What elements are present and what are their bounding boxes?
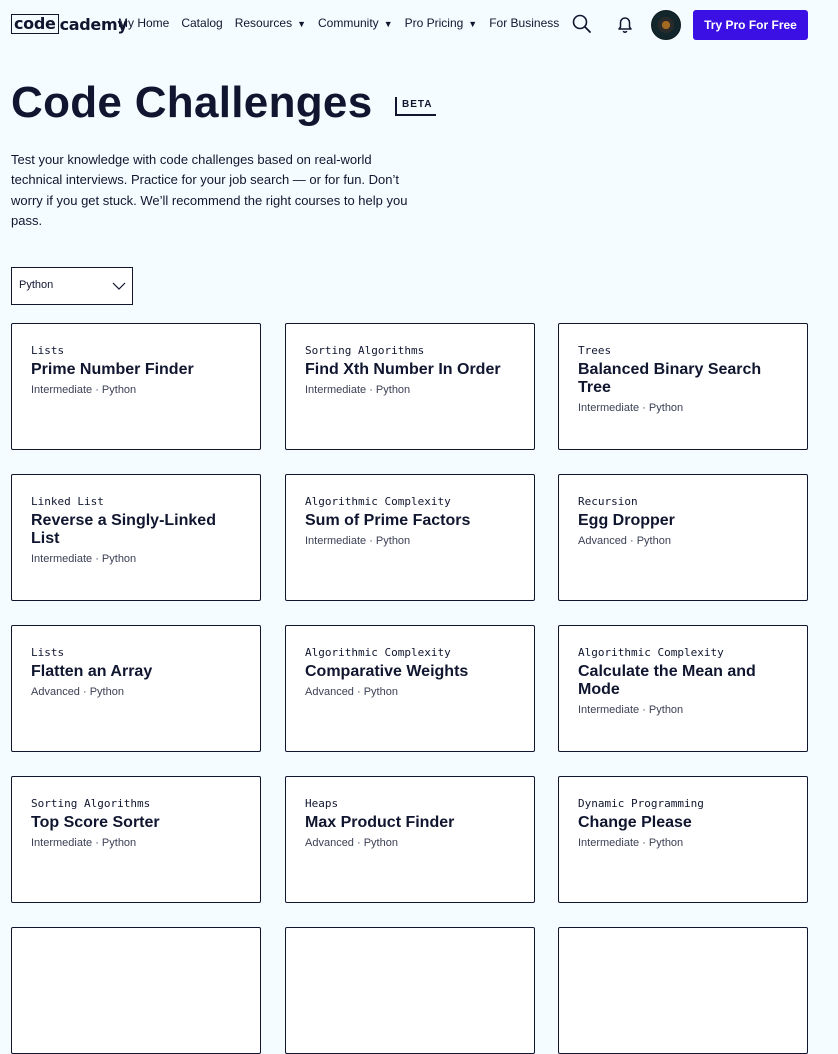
try-pro-button[interactable]: Try Pro For Free bbox=[693, 10, 808, 40]
challenge-card[interactable] bbox=[285, 927, 535, 1054]
challenge-category: Lists bbox=[31, 344, 65, 357]
nav-link-label: Community bbox=[318, 16, 379, 30]
challenge-card[interactable] bbox=[558, 927, 808, 1054]
nav-link-catalog[interactable]: Catalog bbox=[181, 15, 222, 33]
language-select[interactable]: Python bbox=[11, 267, 133, 305]
challenge-card[interactable]: Trees Balanced Binary Search Tree Intermed… bbox=[558, 323, 808, 450]
challenge-title-block: Sum of Prime Factors Intermediate · Pytho… bbox=[305, 512, 520, 548]
challenge-title: Reverse a Singly-Linked List bbox=[31, 512, 216, 547]
challenge-category: Algorithmic Complexity bbox=[305, 495, 451, 508]
challenge-title-block: Top Score Sorter Intermediate · Python bbox=[31, 814, 246, 850]
avatar[interactable] bbox=[651, 10, 681, 40]
challenge-title-block: Prime Number Finder Intermediate · Python bbox=[31, 361, 246, 397]
challenge-card[interactable]: Lists Flatten an Array Advanced · Python bbox=[11, 625, 261, 752]
nav-link-label: Catalog bbox=[181, 16, 223, 30]
page-title: Code Challenges bbox=[11, 78, 373, 127]
nav-link-label: My Home bbox=[118, 16, 170, 30]
chevron-down-icon bbox=[112, 282, 126, 290]
challenge-card[interactable]: Lists Prime Number Finder Intermediate · P… bbox=[11, 323, 261, 450]
challenge-category: Recursion bbox=[578, 495, 638, 508]
challenge-title: Max Product Finder bbox=[305, 814, 455, 831]
nav-link-my-home[interactable]: My Home bbox=[118, 15, 169, 33]
bell-icon[interactable] bbox=[614, 13, 636, 35]
challenge-meta: Intermediate · Python bbox=[31, 837, 137, 849]
challenge-title: Comparative Weights bbox=[305, 663, 469, 680]
challenge-title: Flatten an Array bbox=[31, 663, 153, 680]
challenge-category: Algorithmic Complexity bbox=[578, 646, 724, 659]
page-description: Test your knowledge with code challenges… bbox=[11, 152, 408, 228]
challenge-category: Lists bbox=[31, 646, 65, 659]
challenge-card[interactable]: Recursion Egg Dropper Advanced · Python bbox=[558, 474, 808, 601]
challenge-title-block bbox=[305, 965, 520, 969]
challenge-card[interactable]: Dynamic Programming Change Please Intermed… bbox=[558, 776, 808, 903]
challenge-title: Balanced Binary Search Tree bbox=[578, 361, 762, 396]
challenge-card[interactable] bbox=[11, 927, 261, 1054]
challenge-title-block: Comparative Weights Advanced · Python bbox=[305, 663, 520, 699]
challenge-meta: Intermediate · Python bbox=[305, 384, 411, 396]
nav-link-label: For Business bbox=[489, 16, 560, 30]
challenge-title: Calculate the Mean and Mode bbox=[578, 663, 756, 698]
challenge-title-block: Change Please Intermediate · Python bbox=[578, 814, 793, 850]
challenge-title: Sum of Prime Factors bbox=[305, 512, 471, 529]
challenge-title: Find Xth Number In Order bbox=[305, 361, 501, 378]
challenge-meta: Advanced · Python bbox=[305, 837, 398, 849]
search-icon[interactable] bbox=[571, 13, 593, 35]
challenge-title-block: Reverse a Singly-Linked List Intermediate… bbox=[31, 512, 246, 566]
challenge-meta: Advanced · Python bbox=[31, 686, 124, 698]
beta-badge: BETA bbox=[395, 97, 437, 116]
challenge-meta: Intermediate · Python bbox=[31, 384, 137, 396]
challenge-category: Trees bbox=[578, 344, 612, 357]
nav-link-community[interactable]: Community ▼ bbox=[318, 15, 393, 33]
challenge-meta: Intermediate · Python bbox=[578, 402, 684, 414]
challenge-category: Dynamic Programming bbox=[578, 797, 704, 810]
nav-link-label: Resources bbox=[234, 16, 293, 30]
challenge-meta: Intermediate · Python bbox=[305, 535, 411, 547]
nav-link-for-business[interactable]: For Business bbox=[489, 15, 559, 33]
challenge-card[interactable]: Algorithmic Complexity Calculate the Mean… bbox=[558, 625, 808, 752]
caret-down-icon: ▼ bbox=[383, 19, 393, 29]
challenge-title: Egg Dropper bbox=[578, 512, 675, 529]
challenge-card[interactable]: Sorting Algorithms Find Xth Number In Ord… bbox=[285, 323, 535, 450]
challenge-meta: Intermediate · Python bbox=[578, 704, 684, 716]
challenge-title-block: Max Product Finder Advanced · Python bbox=[305, 814, 520, 850]
caret-down-icon: ▼ bbox=[297, 19, 306, 29]
challenge-card[interactable]: Algorithmic Complexity Sum of Prime Facto… bbox=[285, 474, 535, 601]
challenge-meta: Advanced · Python bbox=[305, 686, 398, 698]
challenge-meta: Advanced · Python bbox=[578, 535, 671, 547]
challenge-card[interactable]: Linked List Reverse a Singly-Linked List I… bbox=[11, 474, 261, 601]
challenge-title-block: Calculate the Mean and Mode Intermediate … bbox=[578, 663, 793, 717]
challenge-title: Prime Number Finder bbox=[31, 361, 194, 378]
challenge-meta: Intermediate · Python bbox=[578, 837, 684, 849]
challenge-title: Top Score Sorter bbox=[31, 814, 160, 831]
nav-link-label: Pro Pricing bbox=[404, 16, 464, 30]
challenge-category: Algorithmic Complexity bbox=[305, 646, 451, 659]
challenge-meta: Intermediate · Python bbox=[31, 553, 137, 565]
challenge-title-block: Balanced Binary Search Tree Intermediate … bbox=[578, 361, 793, 415]
challenge-title-block bbox=[31, 965, 246, 969]
codecademy-logo[interactable]: code cademy bbox=[11, 14, 128, 34]
nav-link-resources[interactable]: Resources ▼ bbox=[235, 15, 306, 33]
challenge-title-block: Find Xth Number In Order Intermediate · P… bbox=[305, 361, 520, 397]
challenge-category: Heaps bbox=[305, 797, 339, 810]
challenge-category: Sorting Algorithms bbox=[31, 797, 151, 810]
nav-links: My Home Catalog Resources ▼ Community ▼ Pr… bbox=[118, 15, 571, 33]
challenge-title-block: Flatten an Array Advanced · Python bbox=[31, 663, 246, 699]
challenge-title-block: Egg Dropper Advanced · Python bbox=[578, 512, 793, 548]
challenge-card[interactable]: Algorithmic Complexity Comparative Weight… bbox=[285, 625, 535, 752]
top-nav: code cademy My Home Catalog Resources ▼ Co… bbox=[0, 0, 838, 48]
challenge-card[interactable]: Sorting Algorithms Top Score Sorter Interm… bbox=[11, 776, 261, 903]
language-select-value: Python bbox=[19, 279, 54, 291]
challenge-title: Change Please bbox=[578, 814, 692, 831]
challenge-category: Linked List bbox=[31, 495, 104, 508]
caret-down-icon: ▼ bbox=[468, 19, 478, 29]
nav-link-pro-pricing[interactable]: Pro Pricing ▼ bbox=[405, 15, 478, 33]
challenge-card[interactable]: Heaps Max Product Finder Advanced · Python bbox=[285, 776, 535, 903]
logo-code: code bbox=[11, 14, 59, 34]
challenge-title-block bbox=[578, 965, 793, 969]
challenge-category: Sorting Algorithms bbox=[305, 344, 425, 357]
